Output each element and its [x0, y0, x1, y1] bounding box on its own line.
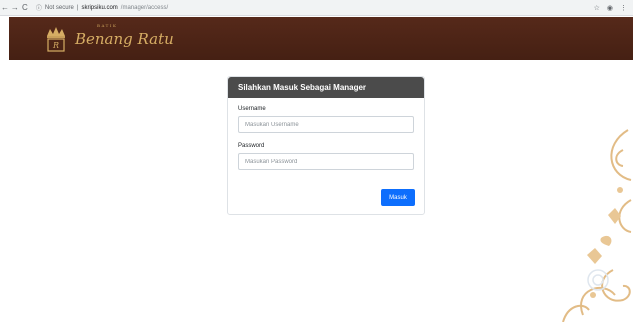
site-header: R BATIK Benang Ratu [9, 17, 633, 60]
reload-icon[interactable]: C [20, 1, 30, 15]
password-input[interactable] [238, 153, 414, 170]
svg-text:R: R [52, 41, 59, 50]
url-path: /manager/access/ [120, 4, 169, 11]
address-bar[interactable]: ⓘ Not secure | skripsiku.com/manager/acc… [36, 2, 594, 13]
info-icon[interactable]: ⓘ [36, 3, 42, 12]
login-card: Silahkan Masuk Sebagai Manager Username … [227, 76, 425, 215]
login-submit-button[interactable]: Masuk [381, 189, 415, 206]
back-icon[interactable]: ← [0, 1, 10, 15]
login-form: Username Password [228, 98, 424, 170]
crown-logo-icon: R [47, 27, 65, 52]
bookmark-star-icon[interactable]: ☆ [594, 4, 600, 12]
username-label: Username [238, 106, 266, 112]
login-card-title: Silahkan Masuk Sebagai Manager [228, 77, 424, 98]
browser-toolbar: ← → C ⓘ Not secure | skripsiku.com/manag… [0, 0, 633, 16]
username-input[interactable] [238, 116, 414, 133]
brand-tagline: BATIK [97, 23, 118, 28]
floral-ornament [562, 129, 632, 322]
password-label: Password [238, 143, 265, 149]
menu-kebab-icon[interactable]: ⋮ [620, 4, 627, 12]
url-host: skripsiku.com [81, 4, 118, 11]
profile-icon[interactable]: ◉ [607, 4, 613, 12]
brand-name: Benang Ratu [75, 30, 174, 48]
security-label: Not secure [44, 4, 74, 11]
forward-icon[interactable]: → [10, 1, 20, 15]
url-separator: | [76, 4, 79, 11]
